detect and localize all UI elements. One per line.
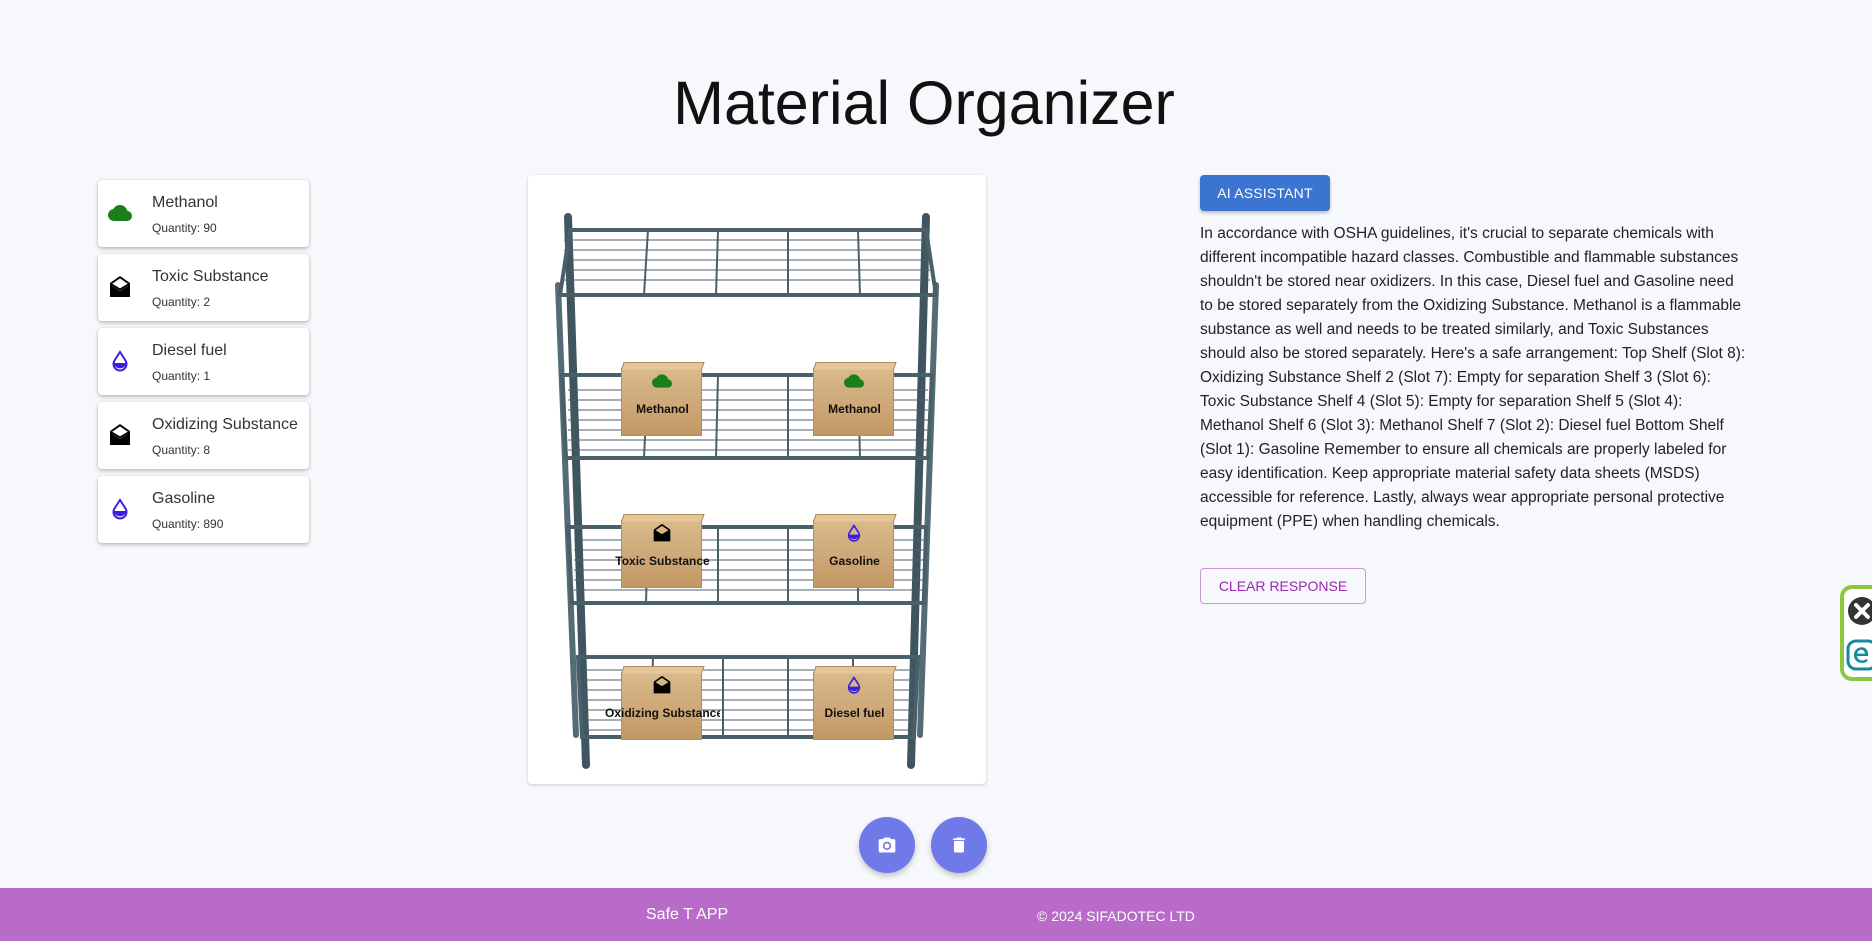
extension-side-widget[interactable] [1840, 585, 1872, 681]
material-card-diesel-fuel[interactable]: Diesel fuel Quantity: 1 [98, 328, 309, 395]
delete-button[interactable] [931, 817, 987, 873]
box-label: Methanol [828, 402, 881, 416]
material-quantity: Quantity: 8 [152, 443, 211, 457]
droplet-icon [847, 675, 861, 694]
material-quantity: Quantity: 2 [152, 295, 211, 309]
shelf-box[interactable]: Methanol [813, 368, 894, 436]
box-label: Gasoline [829, 554, 880, 568]
footer-app-name: Safe T APP [646, 906, 729, 923]
camera-icon [878, 837, 896, 853]
shelf-box[interactable]: Methanol [621, 368, 702, 436]
extension-logo-icon [1846, 639, 1872, 671]
assistant-response: In accordance with OSHA guidelines, it's… [1200, 225, 1746, 530]
material-quantity: Quantity: 1 [152, 369, 211, 383]
cloud-icon [652, 374, 672, 388]
camera-button[interactable] [859, 817, 915, 873]
material-card-methanol[interactable]: Methanol Quantity: 90 [98, 180, 309, 247]
envelope-open-icon [653, 675, 671, 694]
material-name: Toxic Substance [152, 268, 269, 285]
droplet-icon [112, 498, 128, 520]
material-card-toxic-substance[interactable]: Toxic Substance Quantity: 2 [98, 254, 309, 321]
shelf-box[interactable]: Oxidizing Substance [605, 672, 720, 740]
shelf-box[interactable]: Diesel fuel [813, 672, 894, 740]
box-label: Oxidizing Substance [605, 706, 720, 720]
droplet-icon [847, 523, 861, 542]
shelf-panel: Methanol Methanol Toxic Substance Gasoli… [528, 175, 986, 784]
clear-response-button[interactable]: CLEAR RESPONSE [1200, 568, 1366, 604]
material-quantity: Quantity: 890 [152, 517, 224, 531]
material-card-oxidizing-substance[interactable]: Oxidizing Substance Quantity: 8 [98, 402, 309, 469]
page-title: Material Organizer [673, 69, 1175, 137]
shelf-box[interactable]: Toxic Substance [615, 520, 710, 588]
material-quantity: Quantity: 90 [152, 221, 217, 235]
ai-assistant-button[interactable]: AI ASSISTANT [1200, 175, 1330, 211]
envelope-open-icon [110, 276, 130, 297]
material-name: Methanol [152, 194, 218, 211]
footer-copyright: © 2024 SIFADOTEC LTD [1037, 908, 1195, 924]
trash-icon [953, 837, 965, 853]
material-name: Diesel fuel [152, 342, 227, 359]
box-label: Diesel fuel [824, 706, 885, 720]
envelope-open-icon [653, 523, 671, 542]
material-name: Gasoline [152, 490, 216, 507]
material-name: Oxidizing Substance [152, 416, 298, 433]
footer: Safe T APP © 2024 SIFADOTEC LTD [0, 888, 1872, 941]
box-label: Methanol [636, 402, 689, 416]
envelope-open-icon [110, 424, 130, 445]
box-label: Toxic Substance [615, 554, 710, 568]
material-card-gasoline[interactable]: Gasoline Quantity: 890 [98, 476, 309, 543]
cloud-icon [108, 205, 132, 221]
shelf-box[interactable]: Gasoline [813, 520, 894, 588]
wire-shelf-illustration [555, 213, 939, 769]
close-icon[interactable] [1846, 595, 1872, 627]
droplet-icon [112, 350, 128, 372]
cloud-icon [844, 374, 864, 388]
